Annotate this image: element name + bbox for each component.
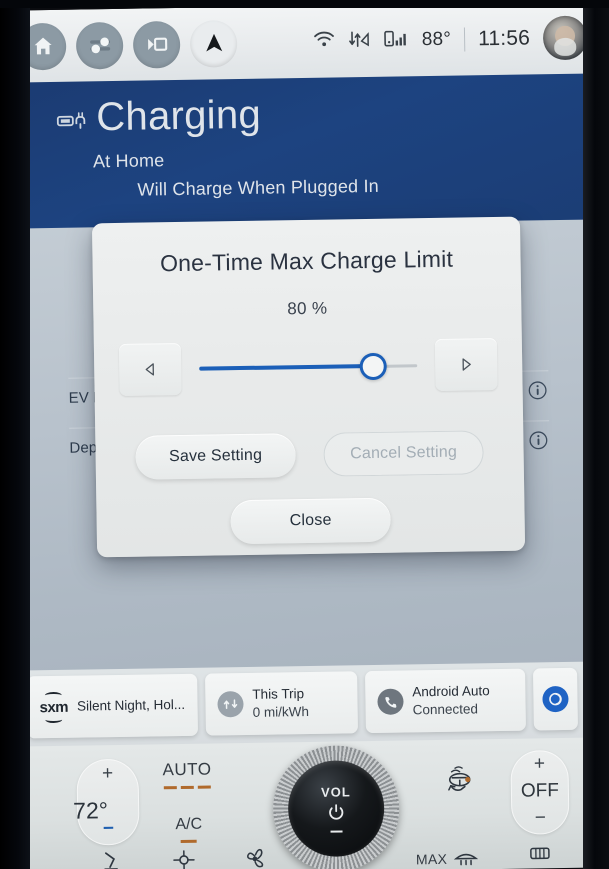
footwell-vent-icon[interactable] xyxy=(100,849,126,869)
volume-label: VOL xyxy=(320,784,351,800)
close-button[interactable]: Close xyxy=(230,497,391,545)
driver-temperature-value: 72° xyxy=(72,797,109,824)
card-android-auto[interactable]: Android Auto Connected xyxy=(365,668,526,734)
trip-title: This Trip xyxy=(252,685,305,702)
info-icon[interactable] xyxy=(527,429,549,451)
ac-label: A/C xyxy=(175,815,203,834)
temp-increase-button[interactable]: + xyxy=(102,763,113,784)
data-transfer-icon xyxy=(348,28,370,53)
media-screen-icon[interactable] xyxy=(132,20,181,69)
home-icon[interactable] xyxy=(18,22,67,70)
knob-indicator-line xyxy=(330,830,343,833)
cellular-signal-icon xyxy=(383,28,409,53)
heated-steering-wheel-icon[interactable] xyxy=(443,765,484,811)
charging-location: At Home xyxy=(92,150,165,172)
charge-limit-slider-row xyxy=(94,338,523,397)
max-defrost-button[interactable]: MAX xyxy=(416,844,480,869)
car-charging-icon xyxy=(56,107,86,136)
charging-status-text: Will Charge When Plugged In xyxy=(137,175,380,200)
infotainment-screen: 88° 11:56 Charging At Home Will Charge W… xyxy=(0,0,609,869)
dialog-title: One-Time Max Charge Limit xyxy=(159,245,454,277)
slider-thumb[interactable] xyxy=(359,352,388,380)
fan-speed-indicator xyxy=(163,785,212,790)
fan-increase-button[interactable]: + xyxy=(534,753,545,774)
sxm-track-title: Silent Night, Hol... xyxy=(76,696,186,714)
rear-defrost-icon[interactable] xyxy=(527,843,553,869)
sxm-logo-icon: sxm xyxy=(39,698,69,716)
card-partial-edge[interactable] xyxy=(532,667,578,731)
fan-decrease-button[interactable]: − xyxy=(535,807,546,828)
front-defrost-icon xyxy=(453,844,479,869)
save-setting-button[interactable]: Save Setting xyxy=(135,433,296,480)
fan-speed-value: OFF xyxy=(520,779,560,802)
charge-limit-value: 80 % xyxy=(287,298,328,319)
info-icon[interactable] xyxy=(526,379,548,401)
settings-sliders-icon[interactable] xyxy=(75,21,124,70)
android-auto-status: Connected xyxy=(412,701,479,718)
phone-icon xyxy=(377,688,404,715)
max-label: MAX xyxy=(415,850,448,867)
page-title: Charging xyxy=(95,92,262,140)
seat-heat-icon[interactable] xyxy=(601,841,609,869)
trip-energy-icon xyxy=(217,691,244,718)
android-auto-title: Android Auto xyxy=(412,682,490,700)
cancel-setting-button: Cancel Setting xyxy=(323,430,484,477)
card-this-trip[interactable]: This Trip 0 mi/kWh xyxy=(205,671,358,736)
fan-speed-stepper[interactable]: + OFF − xyxy=(510,749,570,835)
status-bar-app-icons xyxy=(18,19,238,70)
trip-efficiency: 0 mi/kWh xyxy=(252,703,310,720)
power-icon[interactable] xyxy=(326,802,346,827)
face-vent-icon[interactable] xyxy=(170,848,198,869)
slider-fill xyxy=(199,363,374,371)
one-time-max-charge-limit-dialog: One-Time Max Charge Limit 80 % Save Sett… xyxy=(91,216,526,558)
ac-active-indicator xyxy=(180,839,198,844)
status-bar-indicators: 88° 11:56 xyxy=(312,15,589,64)
decrement-button[interactable] xyxy=(118,342,182,396)
avatar[interactable] xyxy=(542,15,588,61)
wifi-icon xyxy=(313,30,335,53)
charge-limit-slider[interactable] xyxy=(199,350,418,383)
card-sxm-media[interactable]: sxm Silent Night, Hol... xyxy=(27,673,199,739)
fan-icon[interactable] xyxy=(242,847,268,869)
status-divider xyxy=(463,27,466,52)
climate-control-panel: + − 72° AUTO A/C VOL + OFF − MAX xyxy=(14,737,609,869)
clock: 11:56 xyxy=(477,26,531,51)
outside-temperature: 88° xyxy=(421,28,452,51)
auto-label: AUTO xyxy=(162,759,212,780)
bottom-card-strip: sxm Silent Night, Hol... This Trip 0 mi/… xyxy=(12,661,609,749)
charging-header: Charging At Home Will Charge When Plugge… xyxy=(3,73,606,231)
ac-button[interactable]: A/C xyxy=(175,815,203,844)
climate-bottom-right-icons: MAX xyxy=(416,841,609,869)
auto-climate-button[interactable]: AUTO xyxy=(162,759,212,790)
blue-circle-icon xyxy=(542,685,569,713)
increment-button[interactable] xyxy=(434,338,498,391)
android-auto-icon[interactable] xyxy=(189,19,238,68)
